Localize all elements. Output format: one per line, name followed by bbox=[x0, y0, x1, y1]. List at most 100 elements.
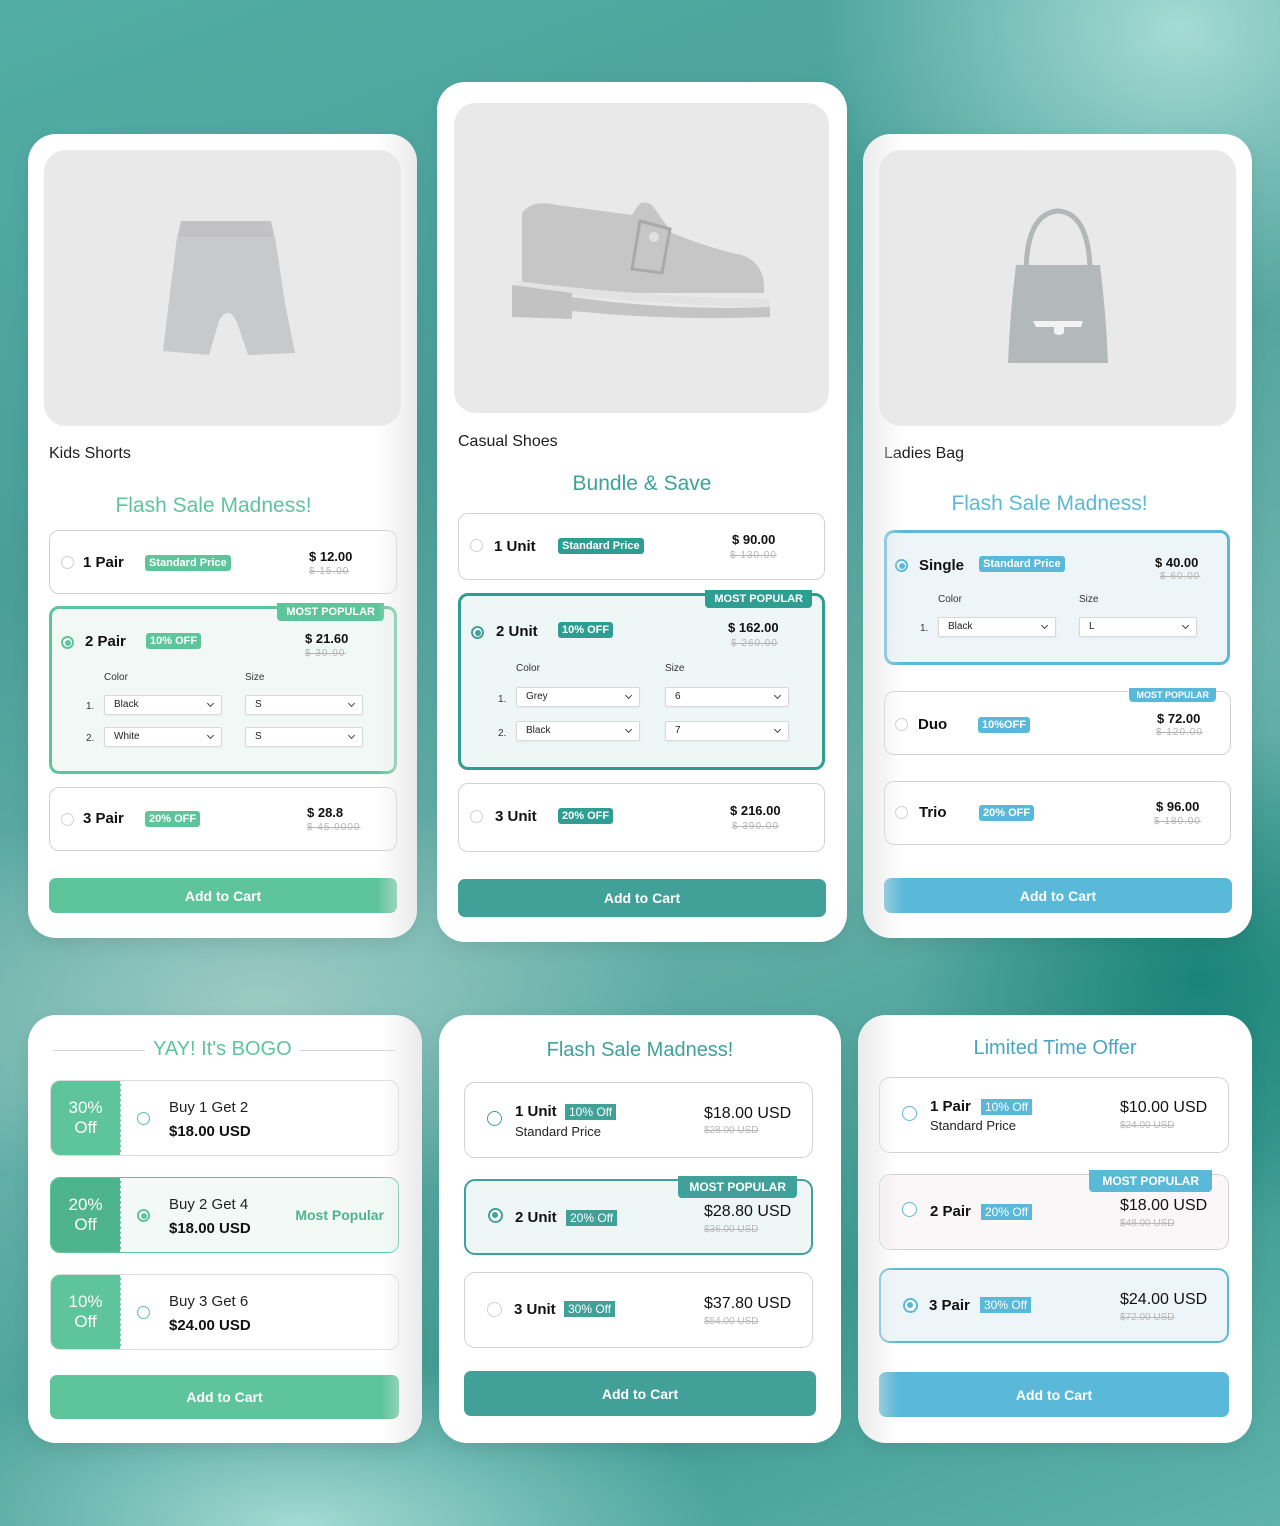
bundle-option-1[interactable]: 1 Unit Standard Price $ 90.00 $ 130.00 bbox=[458, 513, 825, 580]
bundle-option-2[interactable]: MOST POPULAR 2 Unit 10% OFF $ 162.00 $ 2… bbox=[458, 590, 825, 770]
most-popular-ribbon: MOST POPULAR bbox=[705, 590, 812, 608]
old-price: $72.00 USD bbox=[1120, 1312, 1175, 1323]
discount-badge: 10% Off bbox=[981, 1099, 1033, 1115]
radio-button[interactable] bbox=[470, 539, 483, 552]
radio-button-selected[interactable] bbox=[488, 1208, 503, 1223]
discount-badge: 10%OFF bbox=[978, 717, 1031, 733]
bundle-option-2[interactable]: MOST POPULAR 2 Pair 20% Off $18.00 USD $… bbox=[879, 1170, 1229, 1250]
bundle-option-1[interactable]: Single Standard Price $ 40.00 $ 60.00 Co… bbox=[884, 530, 1230, 665]
bundle-option-1[interactable]: 1 Pair 10% Off Standard Price $10.00 USD… bbox=[879, 1077, 1229, 1153]
old-price: $ 130.00 bbox=[730, 550, 777, 561]
radio-button[interactable] bbox=[61, 813, 74, 826]
add-to-cart-button[interactable]: Add to Cart bbox=[879, 1372, 1229, 1417]
size-select[interactable]: 6 bbox=[665, 687, 789, 707]
size-select[interactable]: L bbox=[1079, 617, 1197, 637]
shorts-icon bbox=[162, 221, 295, 355]
option-label: Buy 3 Get 6 bbox=[169, 1293, 249, 1310]
product-card-casual-shoes: Casual Shoes Bundle & Save 1 Unit Standa… bbox=[437, 82, 847, 942]
bundle-option-3[interactable]: Trio 20% OFF $ 96.00 $ 180.00 bbox=[884, 781, 1231, 845]
radio-button[interactable] bbox=[61, 556, 74, 569]
option-label: 1 Unit bbox=[494, 538, 536, 555]
most-popular-ribbon: MOST POPULAR bbox=[1089, 1170, 1212, 1192]
color-select[interactable]: Black bbox=[516, 721, 640, 741]
old-price: $ 45.0000 bbox=[307, 822, 361, 833]
option-label: Duo bbox=[918, 716, 948, 733]
discount-badge: 30% Off bbox=[564, 1301, 616, 1317]
radio-button-selected[interactable] bbox=[895, 559, 908, 572]
old-price: $ 15.00 bbox=[309, 566, 350, 577]
bundle-option-3[interactable]: 3 Pair 20% OFF $ 28.8 $ 45.0000 bbox=[49, 787, 397, 851]
add-to-cart-button[interactable]: Add to Cart bbox=[464, 1371, 816, 1416]
discount-off: Off bbox=[74, 1118, 97, 1137]
size-label: Size bbox=[245, 672, 265, 683]
radio-button-selected[interactable] bbox=[61, 636, 74, 649]
color-select[interactable]: White bbox=[104, 727, 222, 747]
old-price: $ 60.00 bbox=[1160, 571, 1201, 582]
discount-tag: 20% Off bbox=[51, 1178, 121, 1252]
color-select[interactable]: Black bbox=[938, 617, 1056, 637]
select-value: Black bbox=[948, 621, 973, 632]
price: $10.00 USD bbox=[1120, 1099, 1208, 1116]
old-price: $ 120.00 bbox=[1156, 727, 1203, 738]
radio-button-selected[interactable] bbox=[137, 1209, 150, 1222]
product-name: Kids Shorts bbox=[49, 445, 131, 462]
add-to-cart-button[interactable]: Add to Cart bbox=[884, 878, 1232, 913]
color-label: Color bbox=[104, 672, 128, 683]
bundle-option-3[interactable]: 3 Unit 30% Off $37.80 USD $54.00 USD bbox=[464, 1272, 813, 1348]
discount-badge: 10% Off bbox=[565, 1104, 617, 1120]
offer-title: Flash Sale Madness! bbox=[115, 494, 312, 517]
old-price: $48.00 USD bbox=[1120, 1218, 1175, 1229]
add-to-cart-button[interactable]: Add to Cart bbox=[50, 1375, 399, 1419]
radio-button[interactable] bbox=[487, 1302, 502, 1317]
bogo-option-3[interactable]: 10% Off Buy 3 Get 6 $24.00 USD bbox=[50, 1274, 399, 1350]
select-value: 7 bbox=[675, 725, 681, 736]
discount-badge: 20% OFF bbox=[145, 811, 201, 827]
bundle-option-2[interactable]: MOST POPULAR Duo 10%OFF $ 72.00 $ 120.00 bbox=[884, 688, 1231, 755]
bundle-option-3[interactable]: 3 Unit 20% OFF $ 216.00 $ 390.00 bbox=[458, 783, 825, 852]
radio-button[interactable] bbox=[902, 1202, 917, 1217]
option-label: 3 Pair bbox=[929, 1297, 970, 1314]
old-price: $ 30.00 bbox=[305, 648, 346, 659]
bundle-option-2[interactable]: MOST POPULAR 2 Unit 20% Off $28.80 USD $… bbox=[464, 1176, 813, 1255]
color-select[interactable]: Black bbox=[104, 695, 222, 715]
size-select[interactable]: S bbox=[245, 727, 363, 747]
discount-badge: 20% OFF bbox=[979, 805, 1035, 821]
option-label: 3 Unit bbox=[514, 1301, 556, 1318]
radio-button[interactable] bbox=[470, 810, 483, 823]
chevron-down-icon bbox=[773, 691, 782, 700]
bogo-offer-card: YAY! It's BOGO 30% Off Buy 1 Get 2 $18.00… bbox=[28, 1015, 422, 1443]
bundle-option-3[interactable]: 3 Pair 30% Off $24.00 USD $72.00 USD bbox=[879, 1268, 1229, 1343]
bogo-option-2[interactable]: 20% Off Buy 2 Get 4 $18.00 USD Most Popul… bbox=[50, 1177, 399, 1253]
option-label: 3 Pair bbox=[83, 810, 124, 827]
radio-button[interactable] bbox=[895, 806, 908, 819]
add-to-cart-button[interactable]: Add to Cart bbox=[458, 879, 826, 917]
bundle-option-1[interactable]: 1 Pair Standard Price $ 12.00 $ 15.00 bbox=[49, 530, 397, 594]
option-subtitle: Standard Price bbox=[515, 1124, 601, 1139]
radio-button[interactable] bbox=[137, 1306, 150, 1319]
radio-button[interactable] bbox=[487, 1111, 502, 1126]
add-to-cart-button[interactable]: Add to Cart bbox=[49, 878, 397, 913]
radio-button[interactable] bbox=[137, 1112, 150, 1125]
radio-button[interactable] bbox=[895, 718, 908, 731]
option-label: Buy 2 Get 4 bbox=[169, 1196, 249, 1213]
option-label: 1 Unit bbox=[515, 1103, 557, 1120]
radio-button[interactable] bbox=[902, 1106, 917, 1121]
offer-title: Flash Sale Madness! bbox=[951, 492, 1148, 515]
option-label: Single bbox=[919, 557, 965, 574]
bundle-option-1[interactable]: 1 Unit 10% Off Standard Price $18.00 USD… bbox=[464, 1082, 813, 1158]
size-select[interactable]: 7 bbox=[665, 721, 789, 741]
select-value: L bbox=[1089, 621, 1095, 632]
discount-badge: Standard Price bbox=[558, 538, 644, 554]
discount-badge: 10% OFF bbox=[146, 633, 202, 649]
size-select[interactable]: S bbox=[245, 695, 363, 715]
bogo-option-1[interactable]: 30% Off Buy 1 Get 2 $18.00 USD bbox=[50, 1080, 399, 1156]
radio-button-selected[interactable] bbox=[471, 626, 484, 639]
most-popular-ribbon: MOST POPULAR bbox=[1129, 688, 1216, 702]
old-price: $ 260.00 bbox=[731, 638, 778, 649]
radio-button-selected[interactable] bbox=[903, 1298, 918, 1313]
chevron-down-icon bbox=[1040, 621, 1049, 630]
old-price: $24.00 USD bbox=[1120, 1120, 1175, 1131]
color-select[interactable]: Grey bbox=[516, 687, 640, 707]
bundle-option-2[interactable]: MOST POPULAR 2 Pair 10% OFF $ 21.60 $ 30… bbox=[49, 603, 397, 774]
price: $ 96.00 bbox=[1156, 799, 1200, 814]
